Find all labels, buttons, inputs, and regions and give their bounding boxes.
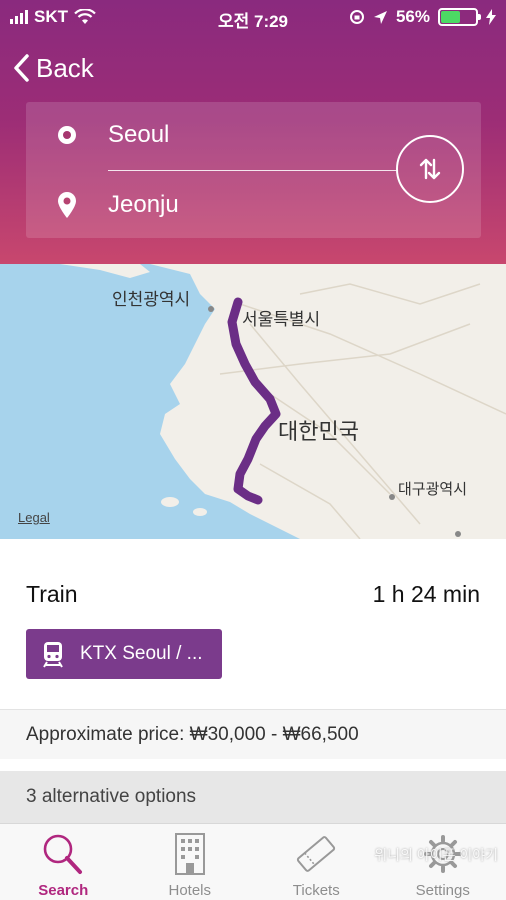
price-bar: Approximate price: ₩30,000 - ₩66,500 xyxy=(0,709,506,759)
route-card: Seoul Jeonju xyxy=(26,102,481,238)
map-canvas: 인천광역시 서울특별시 대한민국 대구광역시 xyxy=(60,264,506,539)
gear-icon xyxy=(423,835,462,873)
travel-mode: Train xyxy=(26,581,78,607)
city-dot xyxy=(455,531,461,537)
train-option-button[interactable]: KTX Seoul / ... xyxy=(26,629,222,679)
charging-icon xyxy=(486,9,496,25)
battery-icon xyxy=(438,8,481,26)
ticket-icon xyxy=(297,836,336,872)
destination-field[interactable]: Jeonju xyxy=(26,180,396,230)
map-label-korea: 대한민국 xyxy=(278,420,359,445)
location-arrow-icon xyxy=(373,10,387,24)
back-label: Back xyxy=(36,52,94,83)
price-text: Approximate price: ₩30,000 - ₩66,500 xyxy=(26,724,359,745)
spacer xyxy=(0,759,506,771)
tab-hotels[interactable]: Hotels xyxy=(127,824,254,900)
legal-link[interactable]: Legal xyxy=(18,510,50,525)
island-shape xyxy=(60,264,150,278)
map-label-daegu: 대구광역시 xyxy=(398,480,467,498)
swap-arrows-icon xyxy=(419,158,441,180)
back-button[interactable]: Back xyxy=(12,48,94,88)
travel-duration: 1 h 24 min xyxy=(372,581,480,607)
route-map[interactable]: 인천광역시 서울특별시 대한민국 대구광역시 Legal xyxy=(0,264,506,539)
tab-tickets[interactable]: Tickets xyxy=(253,824,380,900)
island-shape xyxy=(161,497,179,507)
city-dot xyxy=(389,494,395,500)
location-pin-icon xyxy=(58,192,76,218)
city-dot xyxy=(208,306,214,312)
map-label-seoul: 서울특별시 xyxy=(242,310,320,330)
map-label-incheon: 인천광역시 xyxy=(112,290,190,310)
train-option-label: KTX Seoul / ... xyxy=(80,643,203,664)
swap-button[interactable] xyxy=(396,135,464,203)
chevron-left-icon xyxy=(14,54,29,82)
status-right: 56% xyxy=(349,7,496,27)
alternatives-row[interactable]: 3 alternative options xyxy=(0,771,506,823)
tab-label: Hotels xyxy=(168,882,212,899)
status-bar: SKT 오전 7:29 56% xyxy=(0,0,506,34)
tab-search[interactable]: Search xyxy=(0,824,127,900)
origin-field[interactable]: Seoul xyxy=(26,110,396,160)
search-icon xyxy=(43,834,83,874)
train-icon xyxy=(43,642,63,668)
destination-label: Jeonju xyxy=(108,191,179,218)
result-panel: Train 1 h 24 min KTX Seoul / ... xyxy=(0,539,506,709)
island-shape xyxy=(193,508,207,516)
tab-label: Settings xyxy=(415,882,470,899)
tab-label: Tickets xyxy=(292,882,340,899)
header: SKT 오전 7:29 56% Back Seoul Jeonju xyxy=(0,0,506,264)
tab-settings[interactable]: Settings xyxy=(380,824,506,900)
tab-label: Search xyxy=(38,882,89,899)
battery-percent: 56% xyxy=(395,7,430,26)
origin-label: Seoul xyxy=(108,121,170,148)
battery-fill xyxy=(441,11,461,23)
hotel-icon xyxy=(174,833,205,875)
tab-bar: Search Hotels Tickets Settings xyxy=(0,823,506,900)
alternatives-text: 3 alternative options xyxy=(26,786,197,807)
rotation-lock-icon xyxy=(349,10,364,24)
route-divider xyxy=(108,170,398,171)
origin-dot-icon xyxy=(58,126,76,144)
